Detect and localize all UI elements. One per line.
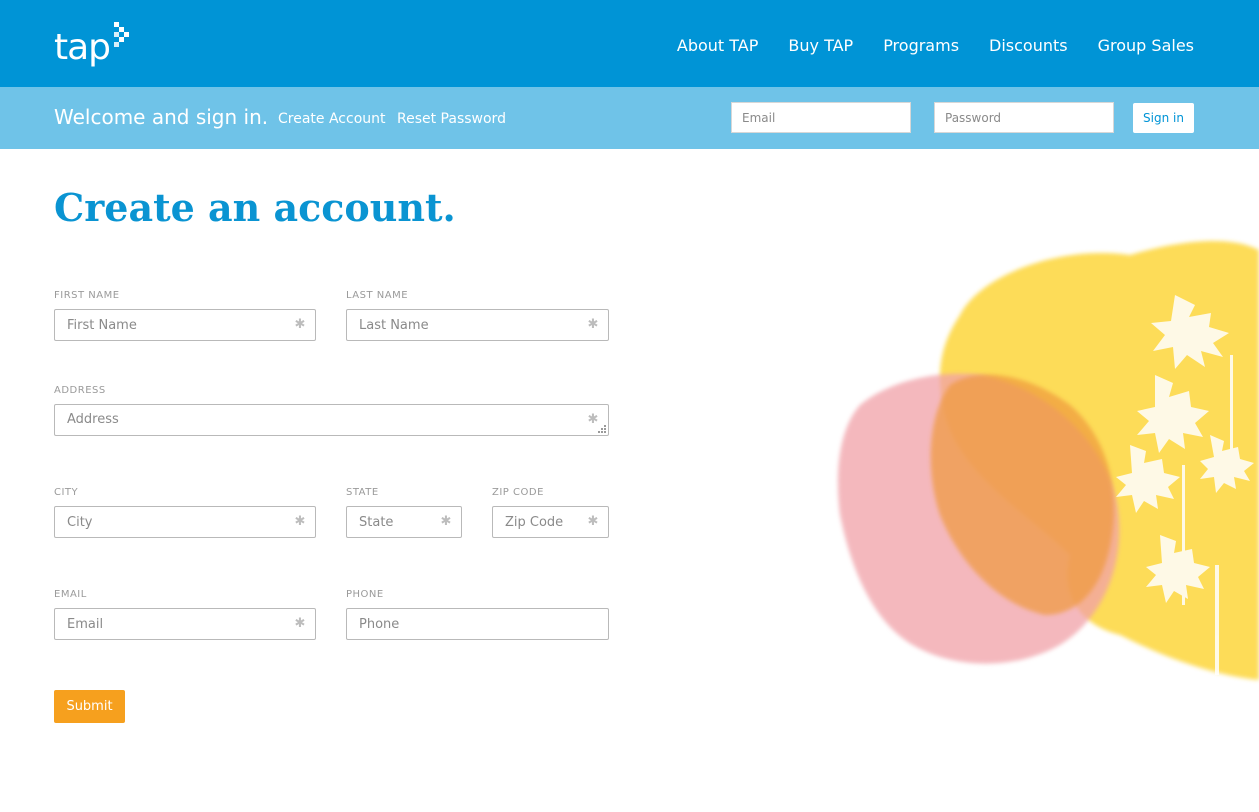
email-label: EMAIL [54,589,87,600]
state-label: STATE [346,487,379,498]
address-label: ADDRESS [54,385,106,396]
signin-password-input[interactable] [934,102,1114,133]
last-name-field: ✱ [346,309,609,341]
page-title: Create an account. [54,185,456,230]
create-account-link[interactable]: Create Account [278,110,386,128]
city-label: CITY [54,487,79,498]
logo-pixel-arrow-icon [114,22,129,47]
asterisk-icon: ✱ [587,317,599,332]
nav-about-tap[interactable]: About TAP [677,36,759,56]
asterisk-icon: ✱ [587,514,599,529]
last-name-label: LAST NAME [346,290,409,301]
tap-logo[interactable]: tap [54,22,134,72]
email-field: ✱ [54,608,316,640]
first-name-label: FIRST NAME [54,290,120,301]
top-nav-bar: tap About TAP Buy TAP Programs Discounts… [0,0,1259,87]
signin-email-input[interactable] [731,102,911,133]
asterisk-icon: ✱ [294,317,306,332]
submit-button[interactable]: Submit [54,690,125,723]
logo-text: tap [54,27,111,68]
asterisk-icon: ✱ [440,514,452,529]
state-field: ✱ [346,506,462,538]
signin-bar: Welcome and sign in. Create Account Rese… [0,87,1259,149]
nav-group-sales[interactable]: Group Sales [1098,36,1194,56]
watercolor-flowers-illustration [837,240,1259,680]
address-field: ✱ [54,404,609,436]
nav-discounts[interactable]: Discounts [989,36,1068,56]
city-field: ✱ [54,506,316,538]
phone-label: PHONE [346,589,384,600]
zip-code-label: ZIP CODE [492,487,544,498]
sign-in-button[interactable]: Sign in [1133,103,1194,133]
main-nav: About TAP Buy TAP Programs Discounts Gro… [677,36,1194,56]
phone-input[interactable] [346,608,609,640]
first-name-field: ✱ [54,309,316,341]
asterisk-icon: ✱ [294,616,306,631]
zip-code-field: ✱ [492,506,609,538]
last-name-input[interactable] [346,309,609,341]
first-name-input[interactable] [54,309,316,341]
nav-programs[interactable]: Programs [883,36,959,56]
welcome-text: Welcome and sign in. [54,105,269,129]
address-textarea[interactable] [54,404,609,436]
nav-buy-tap[interactable]: Buy TAP [788,36,853,56]
asterisk-icon: ✱ [294,514,306,529]
city-input[interactable] [54,506,316,538]
resize-grip-icon[interactable] [598,425,606,433]
reset-password-link[interactable]: Reset Password [397,110,506,128]
email-input[interactable] [54,608,316,640]
phone-field [346,608,609,640]
